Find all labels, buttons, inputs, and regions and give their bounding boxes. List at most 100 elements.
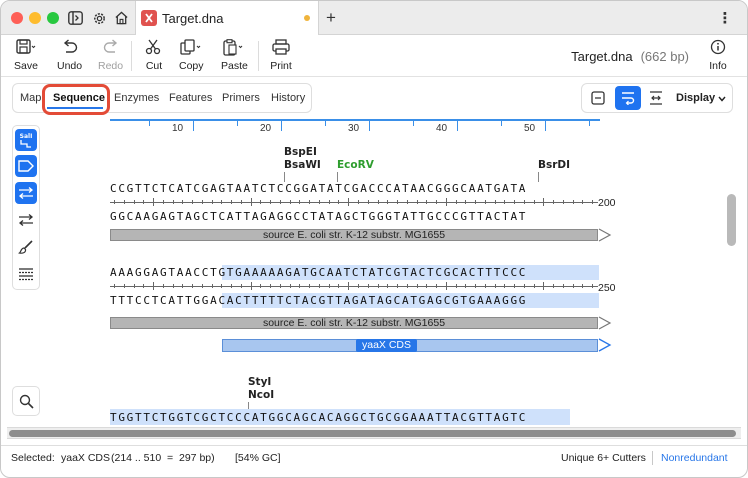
color-tool[interactable] bbox=[15, 236, 37, 258]
ruler-tick bbox=[369, 121, 371, 131]
scissors-icon bbox=[143, 38, 165, 56]
top-strand-2-selected: GTGAAAAAGATGCAATCTATCGTACTCGCACTTTCCC bbox=[218, 266, 528, 279]
strand-tick bbox=[348, 198, 350, 206]
top-strand-1[interactable]: CCGTTCTCATCGAGTAATCTCCGGATATCGACCCATAACG… bbox=[110, 182, 527, 195]
top-strand-3[interactable]: TGGTTCTGGTCGCTCCCATGGCAGCACAGGCTGCGGAAAT… bbox=[110, 411, 527, 424]
save-label: Save bbox=[14, 60, 38, 72]
enzyme-label-bspei[interactable]: BspEI bbox=[284, 146, 317, 159]
strand-tick bbox=[592, 200, 594, 204]
feature-tool[interactable] bbox=[15, 155, 37, 177]
strand-tick bbox=[289, 284, 291, 288]
strand-tick bbox=[377, 284, 379, 288]
tab-history[interactable]: History bbox=[271, 92, 305, 104]
strand-tick bbox=[465, 200, 467, 204]
paintbrush-icon bbox=[18, 240, 33, 254]
feature-yaax-cds-label[interactable]: yaaX CDS bbox=[356, 339, 418, 352]
strand-tick bbox=[270, 284, 272, 288]
translation-tool[interactable] bbox=[15, 263, 37, 285]
redundancy-mode[interactable]: Nonredundant bbox=[661, 452, 728, 464]
strand-tick bbox=[192, 284, 194, 288]
search-icon bbox=[19, 394, 34, 409]
restriction-site-tool[interactable]: SalI bbox=[15, 129, 37, 151]
print-button[interactable]: Print bbox=[270, 38, 292, 74]
strand-tick bbox=[455, 200, 457, 204]
bottom-strand-2-selected: CACTTTTTCTACGTTAGATAGCATGAGCGTGAAAGGG bbox=[218, 294, 528, 307]
document-tab[interactable]: Target.dna bbox=[135, 1, 319, 35]
fit-width-button[interactable] bbox=[643, 86, 669, 110]
swap-arrows-icon bbox=[18, 214, 34, 226]
undo-icon bbox=[59, 38, 81, 56]
enzyme-label-ecorv[interactable]: EcoRV bbox=[337, 159, 374, 172]
strand-tick bbox=[553, 284, 555, 288]
collapse-view-button[interactable] bbox=[585, 86, 611, 110]
status-bar: Selected: yaaX CDS (214 .. 510 = 297 bp)… bbox=[1, 445, 747, 469]
strand-tick bbox=[367, 200, 369, 204]
vertical-scrollbar[interactable] bbox=[727, 194, 736, 246]
strand-tick bbox=[231, 200, 233, 204]
enzyme-label-styi[interactable]: StyI bbox=[248, 376, 271, 389]
sequence-view[interactable]: 10 20 30 40 50 BspEI BsaWI EcoRV BsrDI CCGTT… bbox=[51, 119, 721, 425]
horizontal-scrollbar[interactable] bbox=[7, 427, 741, 439]
ruler-tick bbox=[193, 121, 195, 131]
selected-label: Selected: bbox=[11, 452, 55, 464]
wrap-sequence-button[interactable] bbox=[615, 86, 641, 110]
tab-enzymes[interactable]: Enzymes bbox=[114, 92, 159, 104]
save-button[interactable]: Save bbox=[14, 38, 38, 74]
strand-tick bbox=[445, 198, 447, 206]
strand-tick bbox=[358, 200, 359, 204]
cutters-filter[interactable]: Unique 6+ Cutters bbox=[561, 452, 646, 464]
copy-button[interactable]: Copy bbox=[179, 38, 204, 74]
document-tab-title: Target.dna bbox=[162, 11, 224, 26]
zoom-window-button[interactable] bbox=[47, 12, 59, 24]
wrap-icon bbox=[622, 92, 635, 105]
cut-button[interactable]: Cut bbox=[143, 38, 165, 74]
tab-primers[interactable]: Primers bbox=[222, 92, 260, 104]
strand-tick bbox=[201, 200, 203, 204]
enzyme-label-bsawi[interactable]: BsaWI bbox=[284, 159, 321, 172]
orientation-tool[interactable] bbox=[15, 209, 37, 231]
bottom-strand-2[interactable]: TTTCCTCATTGGACACTTTTTCTACGTTAGATAGCATGAG… bbox=[110, 294, 527, 307]
chevron-down-icon[interactable] bbox=[718, 96, 726, 102]
feature-source[interactable]: source E. coli str. K-12 substr. MG1655 bbox=[110, 317, 598, 329]
toolbar-divider bbox=[131, 41, 132, 71]
main-toolbar: Save Undo Redo Cut Copy Paste Print Targ… bbox=[1, 35, 747, 77]
strand-tick bbox=[523, 284, 525, 288]
enzyme-label-ncoi[interactable]: NcoI bbox=[248, 389, 274, 402]
strand-tick bbox=[231, 284, 233, 288]
display-menu-button[interactable]: Display bbox=[676, 92, 715, 104]
tab-map[interactable]: Map bbox=[20, 92, 41, 104]
find-button[interactable] bbox=[12, 386, 40, 416]
primer-tool[interactable] bbox=[15, 182, 37, 204]
feature-direction-arrow bbox=[598, 316, 612, 330]
strand-tick bbox=[543, 198, 545, 206]
strand-tick bbox=[211, 284, 213, 288]
bottom-strand-1[interactable]: GGCAAGAGTAGCTCATTAGAGGCCTATAGCTGGGTATTGC… bbox=[110, 210, 527, 223]
undo-label: Undo bbox=[57, 60, 83, 72]
top-strand-2[interactable]: AAAGGAGTAACCTGTGAAAAAGATGCAATCTATCGTACTC… bbox=[110, 266, 527, 279]
more-menu-button[interactable]: ⋮ bbox=[715, 8, 735, 28]
strand-tick bbox=[250, 282, 252, 290]
paste-button[interactable]: Paste bbox=[221, 38, 248, 74]
sidebar-toggle-icon[interactable] bbox=[65, 8, 85, 28]
enzyme-label-bsrdi[interactable]: BsrDI bbox=[538, 159, 570, 172]
horizontal-scrollbar-thumb[interactable] bbox=[9, 430, 736, 437]
home-icon[interactable] bbox=[111, 8, 131, 28]
minimize-window-button[interactable] bbox=[29, 12, 41, 24]
tab-features[interactable]: Features bbox=[169, 92, 212, 104]
redo-icon bbox=[100, 38, 122, 56]
strand-tick bbox=[553, 200, 555, 204]
strand-tick bbox=[143, 200, 145, 204]
undo-button[interactable]: Undo bbox=[57, 38, 82, 74]
redo-label: Redo bbox=[98, 60, 124, 72]
strand-tick bbox=[514, 284, 516, 288]
feature-source[interactable]: source E. coli str. K-12 substr. MG1655 bbox=[110, 229, 598, 241]
position-number-200: 200 bbox=[598, 197, 616, 209]
strand-tick bbox=[172, 200, 174, 204]
gear-icon[interactable] bbox=[89, 8, 109, 28]
strand-tick bbox=[309, 200, 311, 204]
info-button[interactable]: Info bbox=[707, 38, 729, 74]
strand-tick bbox=[172, 284, 174, 288]
close-window-button[interactable] bbox=[11, 12, 23, 24]
redo-button[interactable]: Redo bbox=[98, 38, 123, 74]
new-tab-button[interactable]: + bbox=[321, 8, 341, 28]
